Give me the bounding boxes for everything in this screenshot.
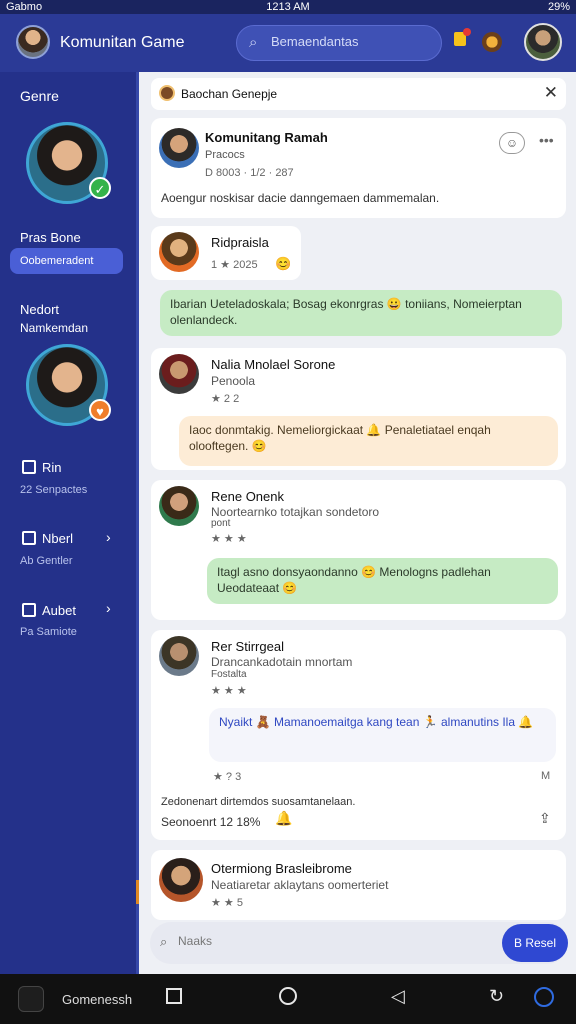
post-card[interactable]: Rene Onenk Noortearnko totajkan sondetor… xyxy=(151,480,566,620)
post-rating: 1 ★ 2025 xyxy=(211,259,258,271)
user-avatar[interactable] xyxy=(524,23,562,61)
sidebar-section2-line2: Namkemdan xyxy=(20,321,89,335)
send-button[interactable]: B Resel xyxy=(502,924,568,962)
chevron-right-icon: › xyxy=(106,529,111,545)
game-badge-icon xyxy=(159,85,175,101)
sidebar-item-sub: Pa Samiote xyxy=(20,626,77,638)
filter-banner: Baochan Genepje ✕ xyxy=(151,78,566,110)
message-bubble: Ibarian Ueteladoskala; Bosag ekonrgras 😀… xyxy=(160,290,562,336)
checklist-icon xyxy=(22,460,36,474)
search-icon: ⌕ xyxy=(249,34,258,51)
post-body: Aoengur noskisar dacie danngemaen dammem… xyxy=(161,191,440,205)
post-meta: Penoola xyxy=(211,374,256,388)
post-card[interactable]: Otermiong Brasleibrome Neatiaretar aklay… xyxy=(151,850,566,920)
hero-avatar-1[interactable]: ✓ xyxy=(26,122,111,204)
sidebar-section-title: Genre xyxy=(20,88,59,104)
post-meta: Noortearnko totajkan sondetoro xyxy=(211,505,380,519)
post-rating: D 8003 · 1/2 · 287 xyxy=(205,167,294,179)
message-bubble: Nyaikt 🧸 Mamanoemaitga kang tean 🏃 alman… xyxy=(209,708,556,762)
bell-icon: 🔔 xyxy=(275,810,293,826)
app-icon[interactable] xyxy=(18,986,44,1012)
recents-icon[interactable] xyxy=(166,988,182,1004)
post-meta-secondary: Fostalta xyxy=(211,669,247,680)
post-author[interactable]: Ridpraisla xyxy=(211,235,269,250)
chevron-right-icon: › xyxy=(106,600,111,616)
close-icon[interactable]: ✕ xyxy=(544,83,558,103)
post-rating: ★ ★ ★ xyxy=(211,685,247,697)
coin-icon[interactable] xyxy=(482,32,502,52)
system-nav-bar: Gomenessh ◁ ↻ xyxy=(0,974,576,1024)
author-avatar[interactable] xyxy=(159,858,203,902)
sidebar-item-label: Rin xyxy=(42,460,62,475)
post-card[interactable]: Ridpraisla 1 ★ 2025 😊 xyxy=(151,226,301,280)
edit-icon xyxy=(22,603,36,617)
post-author[interactable]: Rene Onenk xyxy=(211,489,284,504)
share-icon[interactable]: ⇪ xyxy=(539,810,551,827)
list-icon xyxy=(22,531,36,545)
post-rating: ★ ★ ★ xyxy=(211,533,247,545)
post-author[interactable]: Nalia Mnolael Sorone xyxy=(211,357,335,372)
search-box[interactable]: ⌕ xyxy=(236,25,442,61)
sidebar xyxy=(0,72,136,974)
author-avatar[interactable] xyxy=(159,128,199,168)
message-bubble: Itagl asno donsyaondanno 😊 Menologns pad… xyxy=(207,558,558,604)
nav-app-label: Gomenessh xyxy=(62,992,133,1007)
notification-dot xyxy=(463,28,471,36)
post-footer-right: M xyxy=(541,770,551,782)
author-avatar[interactable] xyxy=(159,354,199,394)
more-icon[interactable]: ••• xyxy=(539,132,554,148)
clock: 1213 AM xyxy=(266,1,310,13)
post-card[interactable]: Nalia Mnolael Sorone Penoola ★ 2 2 Iaoc … xyxy=(151,348,566,470)
refresh-icon[interactable]: ↻ xyxy=(489,986,504,1007)
post-card[interactable]: Rer Stirrgeal Drancankadotain mnortam Fo… xyxy=(151,630,566,840)
shield-badge-icon: ♥ xyxy=(89,399,111,421)
post-meta: Neatiaretar aklaytans oomerteriet xyxy=(211,878,389,892)
back-icon[interactable]: ◁ xyxy=(391,986,405,1007)
sidebar-section2-line1: Nedort xyxy=(20,302,60,317)
search-input[interactable] xyxy=(271,34,431,49)
sidebar-item-label: Aubet xyxy=(42,603,76,618)
post-summary: Zedonenart dirtemdos suosamtanelaan. xyxy=(161,796,356,808)
verified-check-icon: ✓ xyxy=(89,177,111,199)
post-meta-secondary: pont xyxy=(211,518,231,529)
message-composer: ⌕ B Resel xyxy=(150,922,568,964)
post-author[interactable]: Otermiong Brasleibrome xyxy=(211,861,352,876)
search-icon: ⌕ xyxy=(160,934,168,949)
app-title: Komunitan Game xyxy=(60,34,185,51)
notification-flag-icon[interactable] xyxy=(454,28,471,46)
post-rating: ★ 2 2 xyxy=(211,393,240,405)
author-avatar[interactable] xyxy=(159,486,199,526)
community-avatar[interactable] xyxy=(16,25,50,59)
banner-text: Baochan Genepje xyxy=(181,87,278,101)
post-footer-rating: ★ ? 3 xyxy=(213,771,242,783)
sidebar-item-sub: 22 Senpactes xyxy=(20,484,88,496)
sidebar-item-sub: Ab Gentler xyxy=(20,555,73,567)
hero-avatar-2[interactable]: ♥ xyxy=(26,344,111,426)
hero-action-button[interactable]: Oobemeradent xyxy=(10,248,123,274)
post-author[interactable]: Komunitang Ramah xyxy=(205,130,328,145)
assistant-icon[interactable] xyxy=(534,987,554,1007)
post-summary-2: Seonoenrt 12 18% xyxy=(161,815,261,829)
post-meta: Drancankadotain mnortam xyxy=(211,655,353,669)
post-card[interactable]: Komunitang Ramah Pracocs D 8003 · 1/2 · … xyxy=(151,118,566,218)
status-bar: Gabmo 1213 AM 29% xyxy=(0,0,576,14)
post-meta: Pracocs xyxy=(205,149,245,161)
hero-name: Pras Bone xyxy=(20,230,81,245)
author-avatar[interactable] xyxy=(159,636,199,676)
message-bubble: Iaoc donmtakig. Nemeliorgickaat 🔔 Penale… xyxy=(179,416,558,466)
post-rating: ★ ★ 5 xyxy=(211,897,243,909)
smile-emoji-icon: 😊 xyxy=(275,256,292,271)
author-avatar[interactable] xyxy=(159,232,199,272)
message-input[interactable] xyxy=(178,934,478,948)
react-icon[interactable]: ☺ xyxy=(499,132,525,154)
battery-label: 29% xyxy=(547,1,570,13)
post-author[interactable]: Rer Stirrgeal xyxy=(211,639,284,654)
app-header: Komunitan Game ⌕ xyxy=(0,14,576,72)
home-icon[interactable] xyxy=(279,987,297,1005)
sidebar-item-label: Nberl xyxy=(42,531,74,546)
